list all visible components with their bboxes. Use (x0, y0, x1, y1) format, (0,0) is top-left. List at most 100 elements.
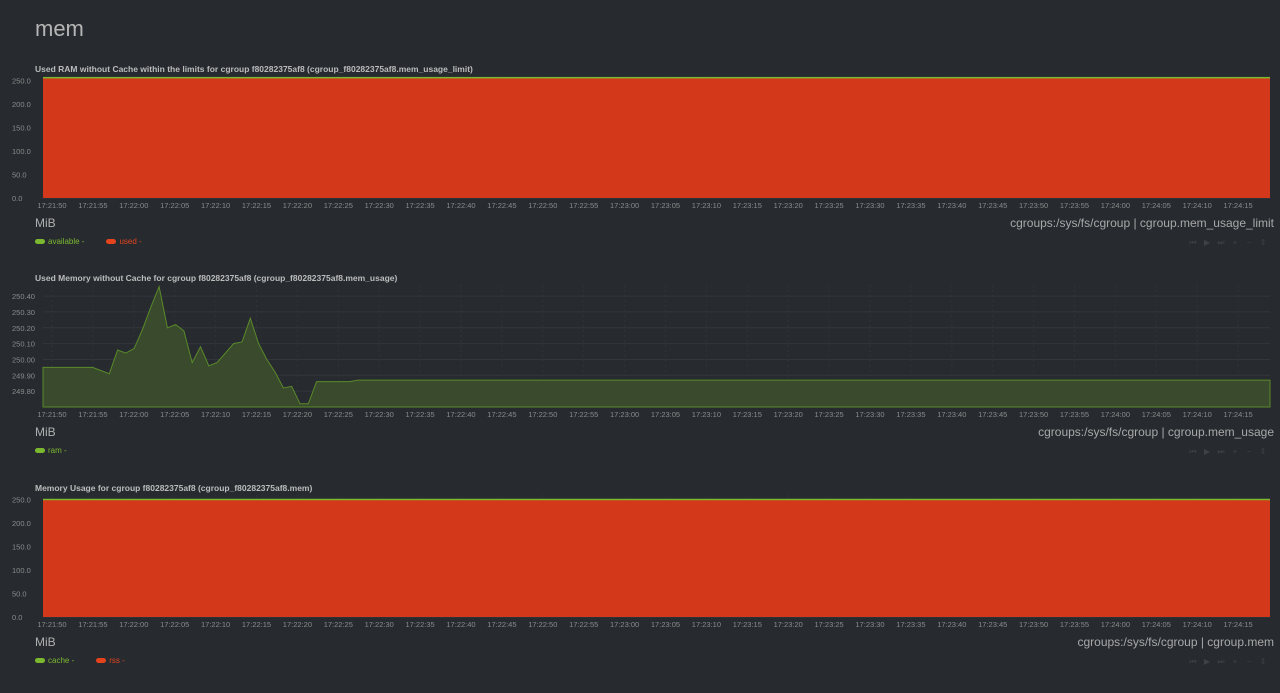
x-tick-label: 17:24:10 (1183, 201, 1212, 210)
x-tick-label: 17:21:55 (78, 620, 107, 629)
x-tick-label: 17:23:35 (896, 620, 925, 629)
step-forward-icon[interactable]: ⏭ (1214, 447, 1228, 457)
y-tick-label: 100.0 (12, 147, 31, 156)
x-tick-label: 17:22:35 (405, 201, 434, 210)
chart-toolbar: ⏮ ▶ ⏭ + − ⇕ (1186, 447, 1270, 457)
step-back-icon[interactable]: ⏮ (1186, 447, 1200, 457)
y-tick-label: 250.40 (12, 292, 35, 301)
y-tick-label: 0.0 (12, 613, 22, 622)
x-tick-label: 17:23:10 (692, 410, 721, 419)
x-tick-label: 17:23:55 (1060, 201, 1089, 210)
x-tick-label: 17:22:15 (242, 201, 271, 210)
y-tick-label: 50.0 (12, 171, 27, 180)
zoom-in-icon[interactable]: + (1228, 447, 1242, 456)
x-tick-label: 17:23:20 (774, 410, 803, 419)
x-tick-label: 17:23:30 (855, 410, 884, 419)
chart-plot[interactable]: 250.40 250.30 250.20 250.10 250.00 249.90 249.… (0, 273, 1280, 423)
units-label: MiB (35, 425, 56, 439)
chart-toolbar: ⏮ ▶ ⏭ + − ⇕ (1186, 238, 1270, 248)
y-tick-label: 250.10 (12, 340, 35, 349)
x-tick-label: 17:22:50 (528, 201, 557, 210)
x-tick-label: 17:23:15 (733, 410, 762, 419)
y-tick-label: 250.0 (12, 496, 31, 505)
y-tick-label: 100.0 (12, 566, 31, 575)
chart-plot[interactable]: 250.0 200.0 150.0 100.0 50.0 0.0 17:21:50 17:21… (0, 64, 1280, 214)
legend-swatch (96, 658, 107, 664)
chart-mem-usage: Used Memory without Cache for cgroup f80… (0, 273, 1280, 463)
x-tick-label: 17:22:00 (119, 620, 148, 629)
legend-item-used[interactable]: used - (106, 237, 142, 246)
x-tick-label: 17:22:55 (569, 620, 598, 629)
x-tick-label: 17:22:05 (160, 410, 189, 419)
zoom-in-icon[interactable]: + (1228, 238, 1242, 247)
x-tick-label: 17:22:25 (324, 201, 353, 210)
resize-icon[interactable]: ⇕ (1256, 447, 1270, 456)
zoom-out-icon[interactable]: − (1242, 447, 1256, 456)
legend-item-available[interactable]: available - (35, 237, 84, 246)
y-tick-label: 250.30 (12, 308, 35, 317)
y-tick-label: 249.80 (12, 387, 35, 396)
x-tick-label: 17:22:25 (324, 620, 353, 629)
legend-label: used - (119, 237, 142, 246)
context-label: cgroups:/sys/fs/cgroup | cgroup.mem_usag… (1010, 216, 1274, 230)
chart-mem-usage-limit: Used RAM without Cache within the limits… (0, 64, 1280, 254)
x-tick-label: 17:22:05 (160, 201, 189, 210)
x-tick-label: 17:22:10 (201, 201, 230, 210)
x-tick-label: 17:23:30 (855, 201, 884, 210)
x-tick-label: 17:22:50 (528, 620, 557, 629)
legend: ram - (35, 446, 89, 455)
legend-label: rss - (109, 656, 125, 665)
y-tick-label: 250.0 (12, 77, 31, 86)
play-icon[interactable]: ▶ (1200, 657, 1214, 666)
x-tick-label: 17:22:55 (569, 410, 598, 419)
x-tick-label: 17:23:50 (1019, 620, 1048, 629)
x-tick-label: 17:22:35 (405, 410, 434, 419)
legend-item-ram[interactable]: ram - (35, 446, 67, 455)
chart-plot[interactable]: 250.0 200.0 150.0 100.0 50.0 0.0 17:21:50 17:21… (0, 483, 1280, 633)
x-tick-label: 17:23:25 (814, 620, 843, 629)
x-tick-label: 17:21:50 (37, 410, 66, 419)
legend-item-rss[interactable]: rss - (96, 656, 125, 665)
zoom-in-icon[interactable]: + (1228, 657, 1242, 666)
step-back-icon[interactable]: ⏮ (1186, 238, 1200, 248)
context-label: cgroups:/sys/fs/cgroup | cgroup.mem (1077, 635, 1274, 649)
zoom-out-icon[interactable]: − (1242, 657, 1256, 666)
x-tick-label: 17:23:45 (978, 410, 1007, 419)
x-tick-label: 17:23:25 (814, 410, 843, 419)
legend-item-cache[interactable]: cache - (35, 656, 74, 665)
x-tick-label: 17:22:40 (446, 201, 475, 210)
x-tick-label: 17:23:35 (896, 201, 925, 210)
legend-label: cache - (48, 656, 75, 665)
legend-swatch (35, 239, 45, 245)
step-back-icon[interactable]: ⏮ (1186, 657, 1200, 667)
x-tick-label: 17:23:30 (855, 620, 884, 629)
zoom-out-icon[interactable]: − (1242, 238, 1256, 247)
x-tick-label: 17:22:50 (528, 410, 557, 419)
legend-label: available - (48, 237, 85, 246)
x-tick-label: 17:24:15 (1223, 201, 1252, 210)
resize-icon[interactable]: ⇕ (1256, 238, 1270, 247)
x-tick-label: 17:22:30 (365, 201, 394, 210)
x-tick-label: 17:21:50 (37, 620, 66, 629)
legend: available - used - (35, 237, 164, 246)
step-forward-icon[interactable]: ⏭ (1214, 657, 1228, 667)
legend-swatch (106, 239, 117, 245)
x-tick-label: 17:22:10 (201, 620, 230, 629)
context-label: cgroups:/sys/fs/cgroup | cgroup.mem_usag… (1038, 425, 1274, 439)
resize-icon[interactable]: ⇕ (1256, 657, 1270, 666)
x-tick-label: 17:24:00 (1101, 410, 1130, 419)
x-tick-label: 17:23:05 (651, 410, 680, 419)
x-tick-label: 17:22:15 (242, 410, 271, 419)
legend: cache - rss - (35, 656, 147, 665)
play-icon[interactable]: ▶ (1200, 238, 1214, 247)
x-tick-label: 17:23:55 (1060, 620, 1089, 629)
series-area-available (43, 76, 1270, 79)
step-forward-icon[interactable]: ⏭ (1214, 238, 1228, 248)
y-tick-label: 150.0 (12, 543, 31, 552)
x-tick-label: 17:22:00 (119, 410, 148, 419)
x-tick-label: 17:23:40 (937, 410, 966, 419)
play-icon[interactable]: ▶ (1200, 447, 1214, 456)
x-tick-label: 17:22:20 (283, 620, 312, 629)
x-tick-label: 17:21:50 (37, 201, 66, 210)
series-area-ram (42, 284, 1271, 408)
